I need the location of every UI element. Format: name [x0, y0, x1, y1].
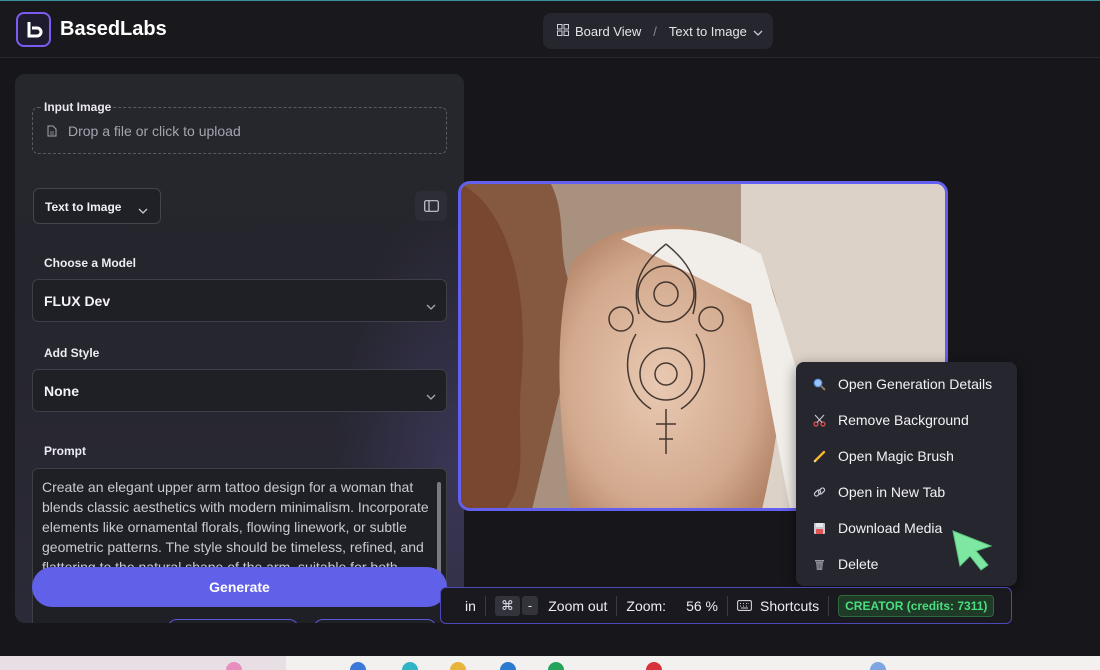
menu-item-remove-background[interactable]: Remove Background [796, 402, 1017, 438]
mode-label: Text to Image [45, 200, 122, 214]
app-name[interactable]: BasedLabs [60, 18, 167, 41]
taskbar-app-icon[interactable] [450, 662, 466, 670]
menu-item-label: Open Magic Brush [838, 448, 954, 464]
scissors-icon [812, 413, 826, 427]
shortcuts-button[interactable]: Shortcuts [760, 598, 819, 614]
breadcrumb: Board View / Text to Image [543, 13, 773, 49]
input-image-dropzone[interactable]: Drop a file or click to upload [32, 107, 447, 154]
breadcrumb-board-view[interactable]: Board View [575, 24, 641, 39]
command-key-icon: ⌘ [494, 595, 520, 616]
divider [616, 595, 618, 616]
prompt-label: Prompt [44, 444, 86, 458]
top-bar: BasedLabs Board View / Text to Image [0, 0, 1100, 58]
secondary-button[interactable] [167, 619, 299, 623]
divider [828, 595, 830, 616]
taskbar-app-icon[interactable] [548, 662, 564, 670]
zoom-out-button[interactable]: Zoom out [548, 598, 607, 614]
secondary-button[interactable] [313, 619, 437, 623]
pencil-icon [812, 449, 826, 463]
breadcrumb-current[interactable]: Text to Image [669, 24, 747, 39]
generation-panel: Drop a file or click to upload Input Ima… [15, 74, 464, 623]
menu-item-open-in-new-tab[interactable]: Open in New Tab [796, 474, 1017, 510]
credits-badge[interactable]: CREATOR (credits: 7311) [838, 594, 995, 617]
divider [727, 595, 728, 616]
menu-item-label: Delete [838, 556, 879, 572]
menu-item-label: Download Media [838, 520, 943, 536]
zoom-value[interactable]: 56 % [686, 598, 718, 614]
menu-item-label: Open Generation Details [838, 376, 993, 392]
menu-item-label: Remove Background [838, 412, 969, 428]
canvas-toolbar: in ⌘ - Zoom out Zoom: 56 % Shortcuts CRE… [440, 587, 1012, 624]
menu-item-open-magic-brush[interactable]: Open Magic Brush [796, 438, 1017, 474]
cursor-icon [950, 528, 996, 577]
taskbar-app-icon[interactable] [646, 662, 662, 670]
input-image-label: Input Image [42, 100, 114, 114]
sidebar-toggle-icon[interactable] [415, 191, 447, 221]
zoom-in-label[interactable]: in [465, 598, 476, 614]
taskbar-app-icon[interactable] [402, 662, 418, 670]
chevron-down-icon [426, 387, 436, 403]
prompt-scrollbar[interactable] [437, 482, 441, 578]
upload-text: Drop a file or click to upload [68, 123, 241, 139]
style-select[interactable]: None [32, 369, 447, 412]
floppy-disk-icon [812, 521, 826, 535]
divider [484, 595, 486, 616]
minus-key: - [521, 596, 539, 615]
trash-icon [812, 557, 826, 571]
breadcrumb-separator: / [653, 23, 657, 39]
logo-icon[interactable] [16, 12, 51, 47]
model-value: FLUX Dev [44, 293, 111, 309]
menu-item-open-generation-details[interactable]: Open Generation Details [796, 366, 1017, 402]
menu-item-label: Open in New Tab [838, 484, 946, 500]
model-label: Choose a Model [44, 256, 137, 270]
board-view-icon[interactable] [557, 23, 569, 39]
link-icon [812, 485, 826, 499]
style-label: Add Style [44, 346, 100, 360]
taskbar-app-icon[interactable] [350, 662, 366, 670]
style-value: None [44, 383, 79, 399]
model-select[interactable]: FLUX Dev [32, 279, 447, 322]
os-taskbar [0, 656, 1100, 670]
generate-button[interactable]: Generate [32, 567, 447, 607]
mode-dropdown[interactable]: Text to Image [33, 188, 161, 224]
chevron-down-icon[interactable] [753, 24, 763, 39]
keyboard-icon [737, 600, 752, 611]
magnifier-icon [812, 377, 826, 391]
taskbar-search[interactable] [0, 656, 286, 670]
chevron-down-icon [138, 203, 148, 217]
chevron-down-icon [426, 297, 436, 313]
taskbar-app-icon[interactable] [500, 662, 516, 670]
zoom-label: Zoom: [626, 597, 667, 614]
taskbar-app-icon[interactable] [870, 662, 886, 670]
file-icon [47, 124, 57, 142]
